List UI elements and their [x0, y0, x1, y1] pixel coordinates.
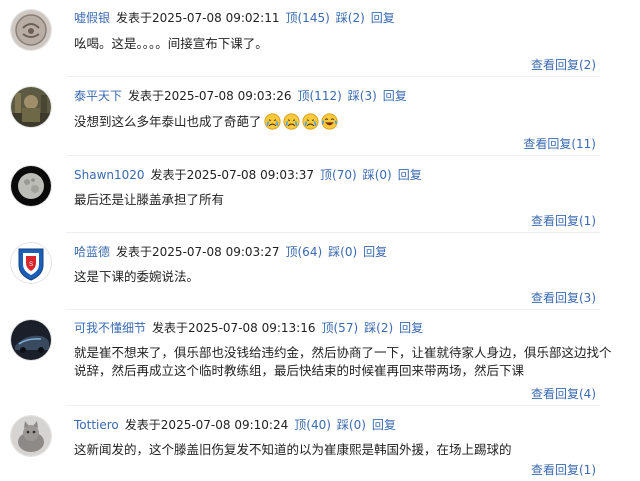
post-time: 2025-07-08 09:03:26 [164, 89, 292, 103]
posted-label: 发表于 [116, 11, 153, 25]
avatar[interactable] [11, 87, 51, 127]
avatar[interactable] [11, 166, 51, 206]
posted-label: 发表于 [152, 321, 189, 335]
downvote-button[interactable]: 踩(2) [336, 11, 365, 25]
separator [66, 309, 600, 310]
upvote-count: (145) [297, 11, 330, 25]
comment-text: 没想到这么多年泰山也成了奇葩了 [74, 113, 338, 131]
downvote-button[interactable]: 踩(0) [337, 418, 366, 432]
comment-text: 最后还是让滕盖承担了所有 [74, 192, 225, 207]
comment-text: 就是崔不想来了，俱乐部也没钱给违约金，然后协商了一下，让崔就待家人身边，俱乐部这… [74, 344, 612, 380]
downvote-count: (0) [340, 245, 358, 259]
crying-face-icon [282, 113, 300, 130]
reply-button[interactable]: 回复 [398, 168, 422, 182]
post-time: 2025-07-08 09:03:27 [152, 245, 280, 259]
view-replies-link[interactable]: 查看回复(4) [531, 385, 596, 402]
upvote-count: (64) [297, 245, 323, 259]
laughing-tears-icon [320, 113, 338, 130]
upvote-button[interactable]: 顶(40) [294, 418, 331, 432]
upvote-button[interactable]: 顶(145) [285, 11, 329, 25]
avatar[interactable] [11, 10, 51, 50]
comment-item: Shawn1020 发表于2025-07-08 09:03:37 顶(70) 踩(0)… [0, 157, 640, 233]
downvote-count: (3) [359, 89, 377, 103]
comment-text: 这是下课的委婉说法。 [74, 269, 200, 284]
view-replies-link[interactable]: 查看回复(3) [531, 289, 596, 306]
upvote-button[interactable]: 顶(112) [297, 89, 341, 103]
upvote-count: (40) [306, 418, 331, 432]
crying-face-icon [263, 113, 281, 130]
comment-meta: Tottiero 发表于2025-07-08 09:10:24 顶(40) 踩(0) 回… [74, 417, 402, 433]
upvote-button[interactable]: 顶(64) [285, 245, 322, 259]
comment-meta: Shawn1020 发表于2025-07-08 09:03:37 顶(70) 踩(0)… [74, 167, 428, 183]
comment-item: 泰平天下 发表于2025-07-08 09:03:26 顶(112) 踩(3) 回复 没… [0, 78, 640, 156]
comment-meta: 泰平天下 发表于2025-07-08 09:03:26 顶(112) 踩(3) 回复 [74, 88, 413, 104]
post-time: 2025-07-08 09:03:37 [186, 168, 315, 182]
username-link[interactable]: 泰平天下 [74, 89, 122, 103]
upvote-button[interactable]: 顶(70) [320, 168, 357, 182]
crying-face-icon [301, 113, 319, 130]
username-link[interactable]: Shawn1020 [74, 168, 145, 182]
post-time: 2025-07-08 09:02:11 [152, 11, 280, 25]
post-time: 2025-07-08 09:10:24 [160, 418, 289, 432]
comment-item: 嘘假银 发表于2025-07-08 09:02:11 顶(145) 踩(2) 回复 吆喝… [0, 0, 640, 78]
view-replies-link[interactable]: 查看回复(11) [523, 135, 596, 152]
upvote-count: (57) [333, 321, 359, 335]
posted-label: 发表于 [124, 418, 161, 432]
upvote-button[interactable]: 顶(57) [321, 321, 358, 335]
comment-text: 这新闻发的，这个滕盖旧伤复发不知道的以为崔康熙是韩国外援，在场上踢球的 [74, 442, 512, 457]
comment-meta: 嘘假银 发表于2025-07-08 09:02:11 顶(145) 踩(2) 回复 [74, 10, 401, 26]
downvote-count: (0) [348, 418, 366, 432]
separator [66, 405, 600, 406]
separator [66, 155, 600, 156]
reply-button[interactable]: 回复 [399, 321, 423, 335]
comment-item: Tottiero 发表于2025-07-08 09:10:24 顶(40) 踩(0) 回… [0, 407, 640, 481]
downvote-button[interactable]: 踩(0) [328, 245, 357, 259]
username-link[interactable]: 哈蓝德 [74, 245, 110, 259]
reply-button[interactable]: 回复 [363, 245, 387, 259]
comment-text-line: 说辞，然后再成立这个临时教练组，最后快结束的时候崔再回来带两场，然后下课 [74, 363, 525, 378]
downvote-button[interactable]: 踩(0) [363, 168, 392, 182]
view-replies-link[interactable]: 查看回复(2) [531, 56, 596, 73]
post-time: 2025-07-08 09:13:16 [188, 321, 316, 335]
separator [66, 232, 600, 233]
downvote-count: (2) [347, 11, 365, 25]
downvote-button[interactable]: 踩(2) [364, 321, 393, 335]
username-link[interactable]: Tottiero [74, 418, 119, 432]
reply-button[interactable]: 回复 [371, 11, 395, 25]
upvote-count: (70) [332, 168, 357, 182]
username-link[interactable]: 嘘假银 [74, 11, 110, 25]
downvote-count: (0) [374, 168, 392, 182]
comment-item: S 哈蓝德 发表于2025-07-08 09:03:27 顶(64) 踩(0) 回复 这… [0, 234, 640, 310]
comment-item: 可我不懂细节 发表于2025-07-08 09:13:16 顶(57) 踩(2) 回复 … [0, 311, 640, 407]
view-replies-link[interactable]: 查看回复(1) [531, 461, 596, 478]
comment-meta: 哈蓝德 发表于2025-07-08 09:03:27 顶(64) 踩(0) 回复 [74, 244, 393, 260]
username-link[interactable]: 可我不懂细节 [74, 321, 146, 335]
separator [66, 76, 600, 77]
posted-label: 发表于 [116, 245, 153, 259]
posted-label: 发表于 [128, 89, 165, 103]
downvote-button[interactable]: 踩(3) [348, 89, 377, 103]
view-replies-link[interactable]: 查看回复(1) [531, 212, 596, 229]
comment-text-line: 就是崔不想来了，俱乐部也没钱给违约金，然后协商了一下，让崔就待家人身边，俱乐部这… [74, 345, 612, 360]
svg-text:S: S [29, 262, 33, 268]
downvote-count: (2) [376, 321, 394, 335]
reply-button[interactable]: 回复 [383, 89, 407, 103]
comment-text: 吆喝。这是。。。。间接宣布下课了。 [74, 36, 268, 51]
avatar[interactable] [11, 320, 51, 360]
posted-label: 发表于 [150, 168, 187, 182]
upvote-count: (112) [309, 89, 342, 103]
avatar[interactable] [11, 416, 51, 456]
reply-button[interactable]: 回复 [372, 418, 396, 432]
comment-meta: 可我不懂细节 发表于2025-07-08 09:13:16 顶(57) 踩(2) 回复 [74, 320, 429, 336]
avatar[interactable]: S [11, 243, 51, 283]
